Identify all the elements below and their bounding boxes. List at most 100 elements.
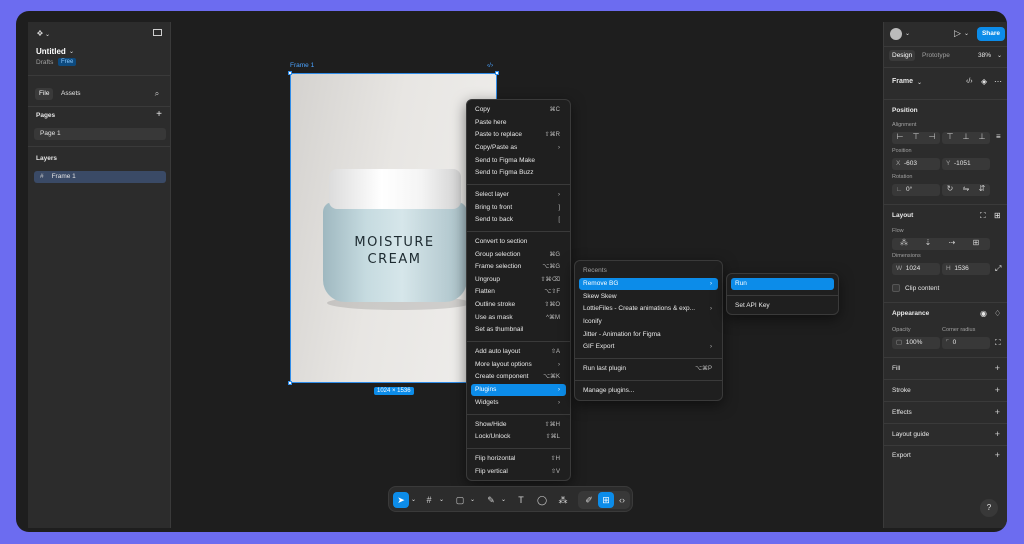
- page-item[interactable]: Page 1: [34, 128, 166, 140]
- menu-item-paste-replace[interactable]: Paste to replace ⇧⌘R: [471, 129, 566, 141]
- chevron-down-icon[interactable]: ⌄: [439, 496, 444, 503]
- design-mode-icon[interactable]: ⊞: [598, 492, 614, 508]
- menu-item-flatten[interactable]: Flatten ⌥⇧F: [471, 286, 566, 298]
- align-right-icon[interactable]: ⊣: [924, 132, 940, 142]
- menu-item-create-component[interactable]: Create component ⌥⌘K: [471, 371, 566, 383]
- independent-corners-icon[interactable]: ⛶: [995, 338, 1001, 348]
- menu-item-ungroup[interactable]: Ungroup ⇧⌘⌫: [471, 274, 566, 286]
- freeform-icon[interactable]: ⁂: [892, 238, 916, 248]
- menu-item-copy[interactable]: Copy ⌘C: [471, 104, 566, 116]
- horizontal-flow-icon[interactable]: ⇢: [940, 238, 964, 248]
- clip-content-checkbox[interactable]: [892, 284, 900, 292]
- resize-handle-tl[interactable]: [288, 71, 292, 75]
- selection-name[interactable]: Frame: [892, 78, 913, 85]
- fill-heading[interactable]: Fill: [892, 365, 900, 372]
- x-field[interactable]: X -603: [892, 158, 940, 170]
- menu-item-paste-here[interactable]: Paste here: [471, 117, 566, 129]
- help-button[interactable]: ?: [980, 499, 998, 517]
- pen-tool-icon[interactable]: ✎: [483, 492, 499, 508]
- menu-item-add-auto-layout[interactable]: Add auto layout ⇧A: [471, 346, 566, 358]
- vertical-flow-icon[interactable]: ⇣: [916, 238, 940, 248]
- menu-item-send-make[interactable]: Send to Figma Make: [471, 155, 566, 167]
- move-tool-icon[interactable]: ➤: [393, 492, 409, 508]
- chevron-down-icon[interactable]: ⌄: [69, 48, 74, 55]
- distribute-icon[interactable]: ≡: [996, 132, 1001, 141]
- menu-item-group[interactable]: Group selection ⌘G: [471, 249, 566, 261]
- menu-item-copy-paste-as[interactable]: Copy/Paste as ›: [471, 142, 566, 154]
- plugin-skew-skew[interactable]: Skew Skew: [579, 291, 718, 303]
- figma-menu-icon[interactable]: ❖⌄: [35, 29, 50, 39]
- plugin-jitter[interactable]: Jitter - Animation for Figma: [579, 329, 718, 341]
- set-api-key-button[interactable]: Set API Key: [731, 300, 834, 312]
- share-button[interactable]: Share: [977, 27, 1005, 41]
- menu-item-select-layer[interactable]: Select layer ›: [471, 189, 566, 201]
- y-field[interactable]: Y -1051: [942, 158, 990, 170]
- chevron-down-icon[interactable]: ⌄: [917, 79, 922, 86]
- add-fill-icon[interactable]: +: [995, 363, 1000, 373]
- menu-item-send-buzz[interactable]: Send to Figma Buzz: [471, 167, 566, 179]
- tab-prototype[interactable]: Prototype: [922, 52, 950, 59]
- add-stroke-icon[interactable]: +: [995, 385, 1000, 395]
- grid-layout-icon[interactable]: ⛶: [980, 211, 986, 221]
- menu-item-send-back[interactable]: Send to back [: [471, 214, 566, 226]
- export-heading[interactable]: Export: [892, 452, 911, 459]
- tab-assets[interactable]: Assets: [57, 88, 85, 100]
- comment-tool-icon[interactable]: ◯: [534, 492, 550, 508]
- component-icon[interactable]: ◈: [981, 77, 987, 86]
- toggle-sidebar-icon[interactable]: [153, 29, 162, 38]
- frame-label[interactable]: Frame 1: [290, 62, 314, 69]
- search-icon[interactable]: ⌕: [152, 89, 162, 99]
- frame-tool-icon[interactable]: #: [421, 492, 437, 508]
- rotation-field[interactable]: ∟ 0°: [892, 184, 940, 196]
- flip-vertical-icon[interactable]: ⇵: [974, 184, 990, 194]
- add-effect-icon[interactable]: +: [995, 407, 1000, 417]
- width-field[interactable]: W 1024: [892, 263, 940, 275]
- zoom-level[interactable]: 38%: [978, 52, 991, 59]
- chevron-down-icon[interactable]: ⌄: [411, 496, 416, 503]
- add-layout-guide-icon[interactable]: +: [995, 429, 1000, 439]
- menu-item-lock-unlock[interactable]: Lock/Unlock ⇧⌘L: [471, 431, 566, 443]
- chevron-down-icon[interactable]: ⌄: [997, 52, 1002, 59]
- align-middle-icon[interactable]: ⊥: [958, 132, 974, 142]
- menu-item-convert-section[interactable]: Convert to section: [471, 236, 566, 248]
- effects-heading[interactable]: Effects: [892, 409, 912, 416]
- code-icon[interactable]: ‹/›: [966, 78, 973, 85]
- run-button[interactable]: Run: [731, 278, 834, 290]
- file-title[interactable]: Untitled: [36, 47, 66, 56]
- resize-icon[interactable]: ⤢: [995, 264, 1001, 274]
- present-icon[interactable]: ▷: [954, 28, 961, 39]
- align-left-icon[interactable]: ⊢: [892, 132, 908, 142]
- menu-item-plugins[interactable]: Plugins ›: [471, 384, 566, 396]
- menu-item-frame-selection[interactable]: Frame selection ⌥⌘G: [471, 261, 566, 273]
- menu-item-flip-vertical[interactable]: Flip vertical ⇧V: [471, 466, 566, 478]
- resize-handle-tr[interactable]: [495, 71, 499, 75]
- chevron-down-icon[interactable]: ⌄: [964, 30, 969, 37]
- align-center-icon[interactable]: ⊤: [908, 132, 924, 142]
- grid-flow-icon[interactable]: ⊞: [964, 238, 988, 248]
- chevron-down-icon[interactable]: ⌄: [501, 496, 506, 503]
- menu-item-widgets[interactable]: Widgets ›: [471, 397, 566, 409]
- tab-file[interactable]: File: [35, 88, 54, 100]
- chevron-down-icon[interactable]: ⌄: [470, 496, 475, 503]
- plugin-lottiefiles[interactable]: LottieFiles - Create animations & exp...…: [579, 303, 718, 315]
- rotate-icon[interactable]: ↻: [942, 184, 958, 194]
- file-location[interactable]: Drafts: [36, 59, 53, 66]
- menu-item-outline-stroke[interactable]: Outline stroke ⇧⌘O: [471, 299, 566, 311]
- more-icon[interactable]: ⋯: [994, 77, 1002, 86]
- corner-radius-field[interactable]: ⌜ 0: [942, 337, 990, 349]
- auto-layout-icon[interactable]: ⊞: [994, 211, 1001, 220]
- menu-item-use-as-mask[interactable]: Use as mask ^⌘M: [471, 312, 566, 324]
- menu-item-flip-horizontal[interactable]: Flip horizontal ⇧H: [471, 453, 566, 465]
- dev-mode-icon[interactable]: ‹›: [614, 492, 630, 508]
- plugin-iconify[interactable]: Iconify: [579, 316, 718, 328]
- menu-item-bring-front[interactable]: Bring to front]: [471, 202, 566, 214]
- run-last-plugin[interactable]: Run last plugin ⌥⌘P: [579, 363, 718, 375]
- drop-icon[interactable]: ♢: [994, 309, 1001, 318]
- layer-item-frame[interactable]: # Frame 1: [34, 171, 166, 183]
- layout-guide-heading[interactable]: Layout guide: [892, 431, 929, 438]
- align-top-icon[interactable]: ⊤: [942, 132, 958, 142]
- actions-tool-icon[interactable]: ⁂: [555, 492, 571, 508]
- rectangle-tool-icon[interactable]: ▢: [452, 492, 468, 508]
- text-tool-icon[interactable]: T: [513, 492, 529, 508]
- manage-plugins[interactable]: Manage plugins...: [579, 385, 718, 397]
